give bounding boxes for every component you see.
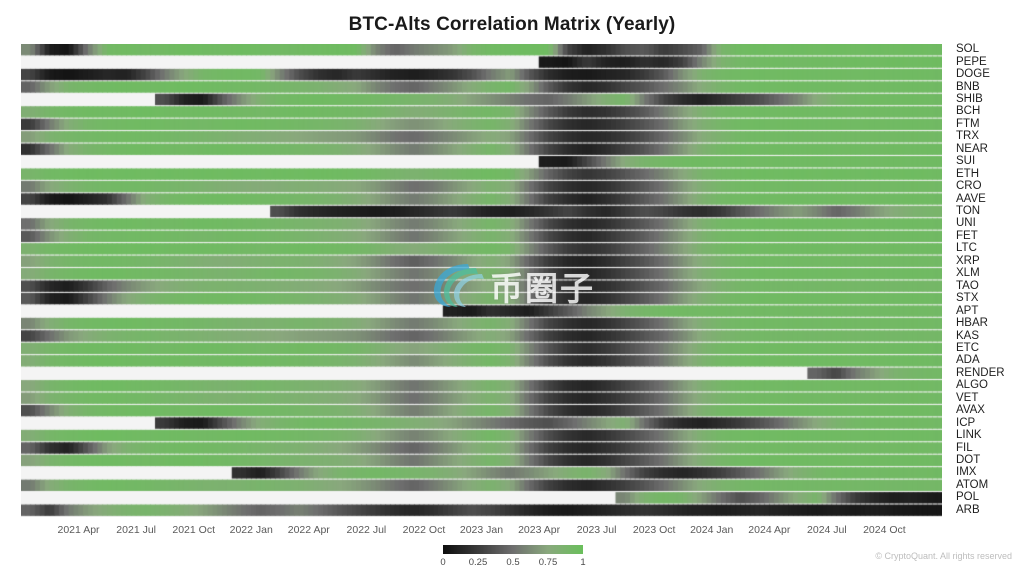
y-tick-avax: AVAX — [956, 404, 985, 417]
x-tick-label: 2022 Apr — [287, 524, 330, 536]
y-tick-pepe: PEPE — [956, 55, 987, 68]
y-tick-algo: ALGO — [956, 379, 988, 392]
y-tick-sui: SUI — [956, 155, 976, 168]
x-tick-label: 2023 Jul — [576, 524, 617, 536]
y-tick-ada: ADA — [956, 354, 980, 367]
y-tick-pol: POL — [956, 491, 980, 504]
x-tick-label: 2023 Oct — [632, 524, 676, 536]
y-tick-xrp: XRP — [956, 254, 980, 267]
y-tick-ton: TON — [956, 205, 981, 218]
colorbar-tick: 0.5 — [506, 557, 520, 568]
y-tick-shib: SHIB — [956, 93, 983, 105]
y-tick-cro: CRO — [956, 180, 982, 193]
y-tick-etc: ETC — [956, 341, 979, 354]
y-tick-aave: AAVE — [956, 192, 986, 205]
y-tick-hbar: HBAR — [956, 317, 988, 330]
colorbar-legend: 0 0.25 0.5 0.75 1 — [0, 545, 1024, 573]
x-tick-label: 2021 Apr — [57, 524, 100, 536]
x-tick-label: 2024 Jan — [690, 524, 734, 536]
colorbar-gradient — [443, 545, 583, 554]
y-tick-eth: ETH — [956, 167, 979, 180]
y-tick-sol: SOL — [956, 43, 980, 56]
y-tick-ltc: LTC — [956, 242, 977, 255]
x-tick-label: 2021 Oct — [172, 524, 215, 536]
x-tick-label: 2024 Oct — [863, 524, 906, 536]
y-tick-uni: UNI — [956, 217, 976, 230]
x-tick-label: 2023 Apr — [518, 524, 561, 536]
heatmap-canvas — [21, 44, 942, 517]
y-tick-vet: VET — [956, 391, 979, 404]
y-tick-fil: FIL — [956, 441, 973, 454]
y-tick-bnb: BNB — [956, 80, 980, 93]
y-tick-xlm: XLM — [956, 267, 980, 280]
colorbar-tick: 0 — [440, 557, 446, 568]
y-tick-ftm: FTM — [956, 117, 980, 130]
y-tick-render: RENDER — [956, 366, 1005, 379]
x-tick-label: 2024 Jul — [807, 524, 847, 536]
y-tick-dot: DOT — [956, 453, 981, 466]
heatmap-plot-area — [21, 44, 942, 517]
y-tick-fet: FET — [956, 229, 978, 242]
y-tick-stx: STX — [956, 292, 979, 305]
page-title: BTC-Alts Correlation Matrix (Yearly) — [348, 14, 676, 35]
y-tick-doge: DOGE — [956, 68, 990, 81]
x-tick-label: 2022 Jul — [346, 524, 387, 536]
colorbar-tick: 0.25 — [468, 557, 488, 568]
x-axis-labels: 2021 Apr 2021 Jul 2021 Oct 2022 Jan 2022 Apr… — [0, 524, 1024, 544]
y-tick-near: NEAR — [956, 142, 988, 155]
y-tick-imx: IMX — [956, 466, 977, 479]
colorbar-tick: 0.75 — [538, 557, 558, 568]
y-axis-labels: SOL PEPE DOGE BNB SHIB BCH FTM TRX NEAR SUI ETH CRO… — [950, 44, 1024, 517]
y-tick-kas: KAS — [956, 329, 980, 342]
y-tick-icp: ICP — [956, 416, 976, 429]
x-tick-label: 2022 Jan — [229, 524, 273, 536]
x-tick-label: 2024 Apr — [748, 524, 791, 536]
y-tick-trx: TRX — [956, 130, 979, 143]
colorbar-tick: 1 — [580, 557, 586, 568]
x-tick-label: 2022 Oct — [402, 524, 446, 536]
y-tick-link: LINK — [956, 429, 982, 442]
copyright-text: © CryptoQuant. All rights reserved — [875, 551, 1012, 561]
x-tick-label: 2023 Jan — [459, 524, 504, 536]
y-tick-tao: TAO — [956, 279, 979, 292]
y-tick-apt: APT — [956, 304, 979, 317]
y-tick-arb: ARB — [956, 503, 980, 516]
y-tick-bch: BCH — [956, 105, 981, 118]
y-tick-atom: ATOM — [956, 478, 989, 491]
x-tick-label: 2021 Jul — [116, 524, 157, 536]
